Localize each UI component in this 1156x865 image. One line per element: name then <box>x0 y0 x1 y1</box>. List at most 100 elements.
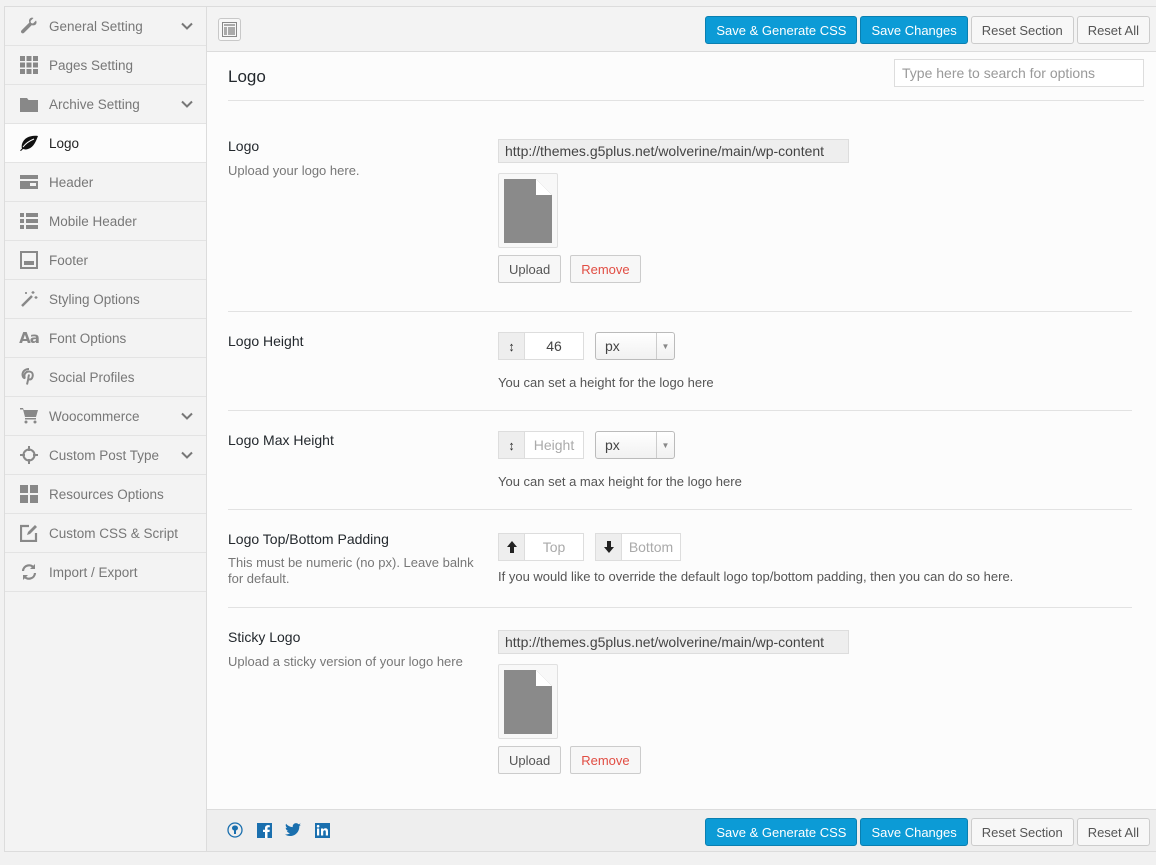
sidebar-item-social-profiles[interactable]: Social Profiles <box>5 358 206 397</box>
field-label: Logo Top/Bottom Padding <box>228 531 389 547</box>
options-panel: General Setting Pages Setting Archive Se… <box>4 6 1156 852</box>
arrow-down-icon <box>596 534 622 560</box>
title-divider <box>228 100 1144 101</box>
leaf-icon <box>19 133 39 153</box>
sidebar-item-label: Footer <box>49 252 89 268</box>
logo-upload-button[interactable]: Upload <box>498 255 562 283</box>
sidebar-item-woocommerce[interactable]: Woocommerce <box>5 397 206 436</box>
field-help: If you would like to override the defaul… <box>498 569 1014 584</box>
logo-padding-top-input[interactable]: Top <box>525 534 583 560</box>
layout-icon <box>222 22 237 37</box>
logo-height-unit-select[interactable]: px ▼ <box>595 332 675 360</box>
sidebar-item-label: Import / Export <box>49 564 138 580</box>
sidebar-item-label: Pages Setting <box>49 57 134 73</box>
logo-height-input-group: ↕ 46 <box>498 332 584 360</box>
logo-max-height-unit-select[interactable]: px ▼ <box>595 431 675 459</box>
field-help: You can set a height for the logo here <box>498 375 714 390</box>
field-label: Logo Max Height <box>228 432 334 448</box>
select-value: px <box>605 338 620 354</box>
reset-section-button[interactable]: Reset Section <box>970 16 1074 44</box>
pinterest-icon <box>19 367 39 387</box>
bottom-toolbar: Save & Generate CSS Save Changes Reset S… <box>207 809 1156 851</box>
facebook-icon[interactable] <box>256 822 272 838</box>
sidebar-item-label: Font Options <box>49 330 127 346</box>
save-generate-css-button[interactable]: Save & Generate CSS <box>705 818 858 846</box>
sticky-logo-preview <box>498 664 558 739</box>
sticky-logo-remove-button[interactable]: Remove <box>570 746 641 774</box>
sidebar-item-header[interactable]: Header <box>5 163 206 202</box>
vertical-arrows-icon: ↕ <box>499 432 525 458</box>
reset-section-button[interactable]: Reset Section <box>970 818 1074 846</box>
linkedin-icon[interactable] <box>314 822 330 838</box>
save-changes-button[interactable]: Save Changes <box>860 16 968 44</box>
sidebar-item-pages-setting[interactable]: Pages Setting <box>5 46 206 85</box>
arrow-up-icon <box>499 534 525 560</box>
logo-height-input[interactable]: 46 <box>525 333 583 359</box>
field-logo: Logo Upload your logo here. http://theme… <box>228 125 1132 312</box>
select-value: px <box>605 437 620 453</box>
logo-url-input[interactable]: http://themes.g5plus.net/wolverine/main/… <box>498 139 849 163</box>
logo-max-height-input[interactable]: Height <box>525 432 583 458</box>
field-description: Upload your logo here. <box>228 163 360 178</box>
field-label: Logo Height <box>228 333 304 349</box>
sidebar-item-custom-css-script[interactable]: Custom CSS & Script <box>5 514 206 553</box>
list-icon <box>19 211 39 231</box>
logo-padding-bottom-group: Bottom <box>595 533 681 561</box>
layout-toggle-button[interactable] <box>218 18 241 41</box>
reset-all-button[interactable]: Reset All <box>1076 818 1150 846</box>
cart-icon <box>19 406 39 426</box>
sidebar-item-label: Social Profiles <box>49 369 135 385</box>
main-area: Save & Generate CSS Save Changes Reset S… <box>207 7 1156 851</box>
font-icon: Aa <box>19 329 40 347</box>
folder-icon <box>19 94 39 114</box>
sidebar: General Setting Pages Setting Archive Se… <box>5 7 207 851</box>
field-help: You can set a max height for the logo he… <box>498 474 742 489</box>
field-logo-padding: Logo Top/Bottom Padding This must be num… <box>228 510 1132 608</box>
logo-padding-bottom-input[interactable]: Bottom <box>622 534 680 560</box>
sidebar-item-styling-options[interactable]: Styling Options <box>5 280 206 319</box>
reset-all-button[interactable]: Reset All <box>1076 16 1150 44</box>
logo-padding-top-group: Top <box>498 533 584 561</box>
logo-remove-button[interactable]: Remove <box>570 255 641 283</box>
github-icon[interactable] <box>227 822 243 838</box>
sidebar-item-general-setting[interactable]: General Setting <box>5 7 206 46</box>
crosshair-icon <box>19 445 39 465</box>
section-title: Logo <box>228 67 266 86</box>
file-icon <box>504 669 552 734</box>
sticky-logo-url-input[interactable]: http://themes.g5plus.net/wolverine/main/… <box>498 630 849 654</box>
file-icon <box>504 178 552 243</box>
search-options-input[interactable]: Type here to search for options <box>894 59 1144 87</box>
chevron-down-icon <box>181 22 193 30</box>
wrench-icon <box>19 16 39 36</box>
save-generate-css-button[interactable]: Save & Generate CSS <box>705 16 858 44</box>
sidebar-item-label: General Setting <box>49 18 143 34</box>
sidebar-item-import-export[interactable]: Import / Export <box>5 553 206 592</box>
twitter-icon[interactable] <box>285 822 301 838</box>
sidebar-item-logo[interactable]: Logo <box>5 124 206 163</box>
sidebar-item-label: Custom Post Type <box>49 447 160 463</box>
logo-preview <box>498 173 558 248</box>
sidebar-item-label: Archive Setting <box>49 96 140 112</box>
field-label: Sticky Logo <box>228 629 301 645</box>
sidebar-item-label: Mobile Header <box>49 213 137 229</box>
section-content: Logo Type here to search for options Log… <box>207 53 1156 808</box>
sidebar-item-label: Custom CSS & Script <box>49 525 179 541</box>
field-description: Upload a sticky version of your logo her… <box>228 654 463 669</box>
dropdown-arrow-icon: ▼ <box>656 432 674 458</box>
sidebar-item-custom-post-type[interactable]: Custom Post Type <box>5 436 206 475</box>
sidebar-item-archive-setting[interactable]: Archive Setting <box>5 85 206 124</box>
sticky-logo-upload-button[interactable]: Upload <box>498 746 562 774</box>
chevron-down-icon <box>181 100 193 108</box>
sidebar-item-label: Woocommerce <box>49 408 140 424</box>
chevron-down-icon <box>181 451 193 459</box>
save-changes-button[interactable]: Save Changes <box>860 818 968 846</box>
sidebar-item-footer[interactable]: Footer <box>5 241 206 280</box>
sidebar-item-label: Header <box>49 174 94 190</box>
sidebar-item-label: Resources Options <box>49 486 164 502</box>
vertical-arrows-icon: ↕ <box>499 333 525 359</box>
sidebar-item-font-options[interactable]: Aa Font Options <box>5 319 206 358</box>
logo-max-height-input-group: ↕ Height <box>498 431 584 459</box>
sidebar-item-resources-options[interactable]: Resources Options <box>5 475 206 514</box>
sidebar-item-mobile-header[interactable]: Mobile Header <box>5 202 206 241</box>
dashboard-icon <box>19 484 39 504</box>
